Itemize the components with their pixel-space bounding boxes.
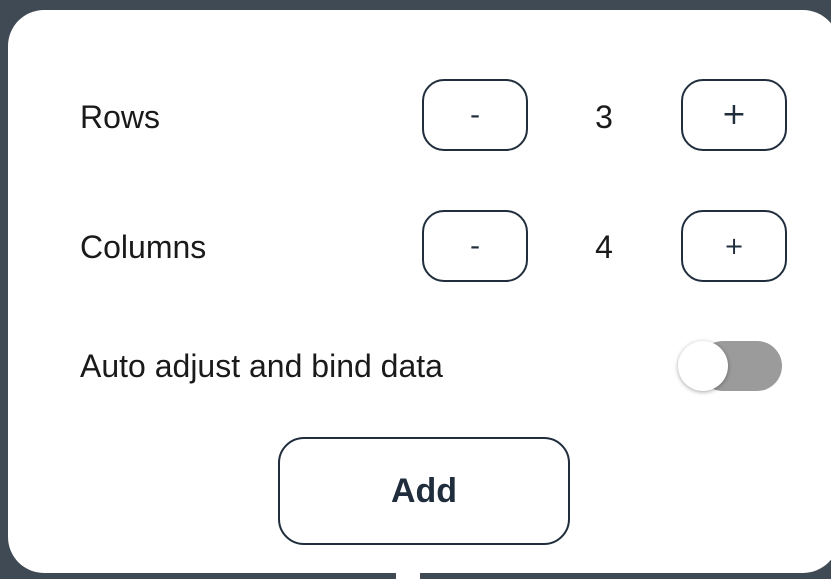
columns-increment-button[interactable]: +: [681, 210, 787, 282]
toggle-knob: [678, 341, 728, 391]
rows-increment-button[interactable]: +: [681, 79, 787, 151]
rows-label: Rows: [80, 99, 161, 135]
columns-value: 4: [595, 229, 613, 265]
columns-decrement-button[interactable]: -: [422, 210, 528, 282]
dialog-pointer-arrow: [396, 565, 420, 579]
add-button[interactable]: Add: [278, 437, 570, 545]
rows-decrement-button[interactable]: -: [422, 79, 528, 151]
auto-adjust-toggle[interactable]: [678, 341, 782, 391]
columns-label: Columns: [80, 229, 207, 265]
auto-adjust-label: Auto adjust and bind data: [80, 348, 443, 384]
rows-value: 3: [595, 99, 613, 135]
